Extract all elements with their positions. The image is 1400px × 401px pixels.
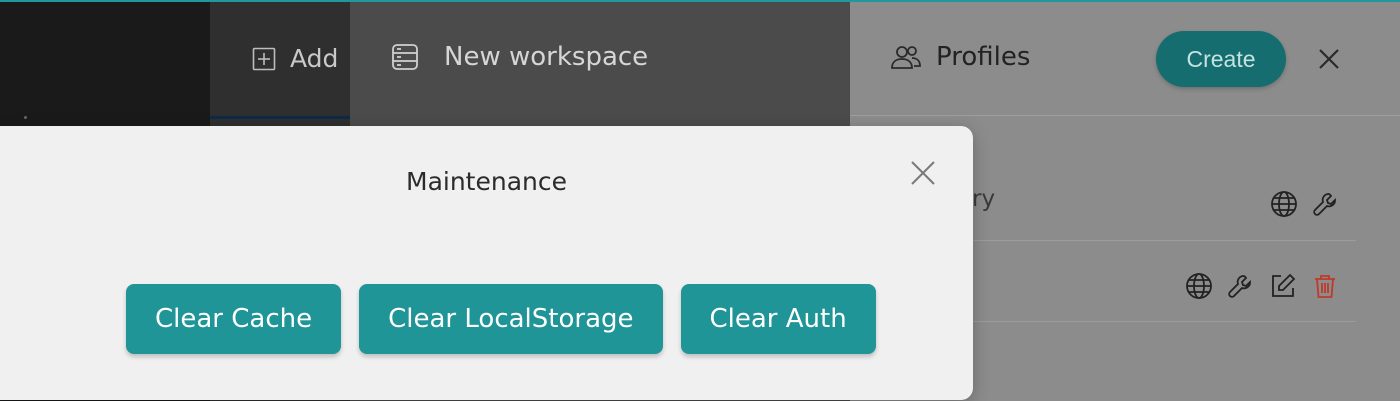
users-icon [891,46,921,69]
globe-icon[interactable] [1185,272,1213,300]
clear-localstorage-button[interactable]: Clear LocalStorage [359,284,663,354]
database-icon [392,44,418,70]
maintenance-dialog: Maintenance Clear Cache Clear LocalStora… [0,126,973,400]
plus-square-icon [252,47,276,70]
create-profile-button[interactable]: Create [1156,31,1286,87]
profile-row-actions [1185,272,1339,300]
top-accent-bar [0,0,1400,2]
profile-row-actions [1270,190,1340,218]
dialog-title: Maintenance [406,167,567,196]
side-panel-selected-indicator [210,116,350,119]
close-icon[interactable] [909,159,937,187]
profile-row-name: ry [972,186,996,212]
trash-icon[interactable] [1311,272,1339,300]
clear-cache-button[interactable]: Clear Cache [126,284,342,354]
profiles-header: Profiles [890,42,1030,72]
add-button[interactable]: Add [252,44,350,73]
wrench-icon[interactable] [1312,190,1340,218]
profiles-title: Profiles [936,42,1031,72]
dialog-actions: Clear Cache Clear LocalStorage Clear Aut… [126,284,876,354]
clear-auth-button[interactable]: Clear Auth [680,284,876,354]
profiles-header-divider [850,115,1400,116]
add-button-label: Add [290,44,339,73]
new-workspace-title: New workspace [444,42,649,72]
sidebar-dot [24,116,27,119]
close-icon[interactable] [1314,44,1344,74]
globe-icon[interactable] [1270,190,1298,218]
edit-icon[interactable] [1269,272,1297,300]
new-workspace-header: New workspace [390,42,648,72]
wrench-icon[interactable] [1227,272,1255,300]
